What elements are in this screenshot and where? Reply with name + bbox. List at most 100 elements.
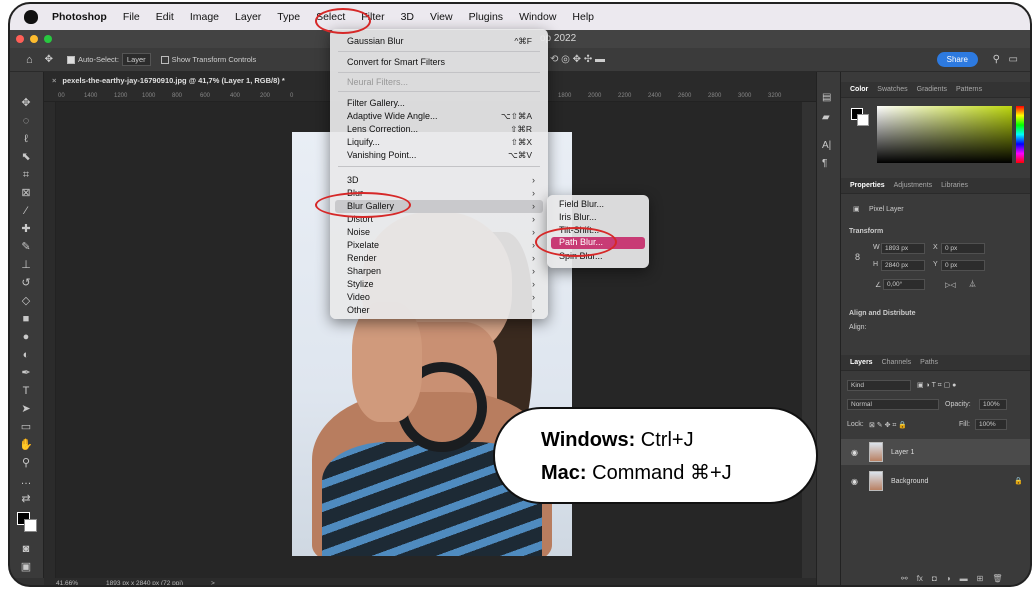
- menu-item-pixelate[interactable]: Pixelate: [347, 240, 379, 250]
- zoom-tool-icon[interactable]: ⚲: [19, 456, 33, 470]
- auto-select-checkbox[interactable]: Auto-Select:: [67, 55, 119, 64]
- pen-tool-icon[interactable]: ✒: [19, 366, 33, 380]
- home-icon[interactable]: ⌂: [26, 54, 33, 66]
- y-field[interactable]: 0 px: [941, 260, 985, 271]
- flip-horizontal-icon[interactable]: ▷◁: [945, 281, 956, 289]
- menu-help[interactable]: Help: [572, 11, 594, 23]
- close-tab-icon[interactable]: ×: [52, 76, 56, 85]
- minimize-window-button[interactable]: [30, 35, 38, 43]
- rectangle-tool-icon[interactable]: ▭: [19, 420, 33, 434]
- layer-filter-icons[interactable]: ▣ ◑ T ⌗ ▢ ●: [917, 381, 956, 390]
- transform-section-title[interactable]: Transform: [849, 228, 883, 235]
- menu-item-sharpen[interactable]: Sharpen: [347, 266, 381, 276]
- menu-item-render[interactable]: Render: [347, 253, 377, 263]
- menu-item-gaussian-blur[interactable]: Gaussian Blur: [347, 36, 404, 46]
- comments-icon[interactable]: ▰: [822, 112, 830, 123]
- gradient-tool-icon[interactable]: ■: [19, 312, 33, 326]
- auto-select-dropdown[interactable]: Layer: [121, 53, 151, 66]
- visibility-eye-icon[interactable]: ◉: [851, 477, 861, 486]
- apple-icon[interactable]: [24, 10, 38, 24]
- marquee-tool-icon[interactable]: ◌: [19, 114, 33, 128]
- menu-type[interactable]: Type: [277, 11, 300, 23]
- menu-item-3d[interactable]: 3D: [347, 175, 359, 185]
- menu-layer[interactable]: Layer: [235, 11, 261, 23]
- background-color-swatch[interactable]: [857, 114, 869, 126]
- menu-item-vanishing-point[interactable]: Vanishing Point...: [347, 150, 416, 160]
- opacity-field[interactable]: 100%: [979, 399, 1007, 410]
- angle-field[interactable]: 0,00°: [883, 279, 925, 290]
- hue-slider[interactable]: [1016, 106, 1024, 163]
- more-tools-icon[interactable]: …: [19, 474, 33, 488]
- x-field[interactable]: 0 px: [941, 243, 985, 254]
- layer-style-icon[interactable]: fx: [917, 574, 923, 583]
- tab-properties[interactable]: Properties: [850, 182, 885, 189]
- menu-edit[interactable]: Edit: [156, 11, 174, 23]
- tab-layers[interactable]: Layers: [850, 359, 873, 366]
- menu-item-lens-correction[interactable]: Lens Correction...: [347, 124, 418, 134]
- menu-window[interactable]: Window: [519, 11, 556, 23]
- new-group-icon[interactable]: ▬: [960, 574, 968, 583]
- status-expand-icon[interactable]: >: [211, 580, 215, 585]
- submenu-item-iris-blur[interactable]: Iris Blur...: [559, 212, 597, 222]
- character-icon[interactable]: A|: [822, 140, 831, 151]
- share-button[interactable]: Share: [936, 52, 978, 67]
- menu-item-noise[interactable]: Noise: [347, 227, 370, 237]
- workspace-icon[interactable]: ▭: [1009, 54, 1018, 65]
- color-field[interactable]: [877, 106, 1012, 163]
- zoom-level[interactable]: 41,66%: [56, 580, 78, 585]
- layer-kind-filter[interactable]: Kind: [847, 380, 911, 391]
- zoom-window-button[interactable]: [44, 35, 52, 43]
- align-section-title[interactable]: Align and Distribute: [849, 310, 916, 317]
- quick-mask-icon[interactable]: ◙: [19, 542, 33, 556]
- tab-color[interactable]: Color: [850, 86, 868, 93]
- paragraph-icon[interactable]: ¶: [822, 158, 827, 169]
- lock-icons[interactable]: ⊠ ✎ ✥ ⌗ 🔒: [869, 421, 907, 430]
- menu-item-video[interactable]: Video: [347, 292, 370, 302]
- link-layers-icon[interactable]: ⚯: [901, 574, 908, 583]
- menu-file[interactable]: File: [123, 11, 140, 23]
- visibility-eye-icon[interactable]: ◉: [851, 448, 861, 457]
- lasso-tool-icon[interactable]: ℓ: [19, 132, 33, 146]
- submenu-item-field-blur[interactable]: Field Blur...: [559, 199, 604, 209]
- menu-plugins[interactable]: Plugins: [469, 11, 503, 23]
- close-window-button[interactable]: [16, 35, 24, 43]
- tab-swatches[interactable]: Swatches: [877, 86, 907, 93]
- width-field[interactable]: 1893 px: [881, 243, 925, 254]
- tab-gradients[interactable]: Gradients: [917, 86, 947, 93]
- brush-tool-icon[interactable]: ✎: [19, 240, 33, 254]
- link-icon[interactable]: 8: [855, 252, 860, 262]
- history-brush-tool-icon[interactable]: ↺: [19, 276, 33, 290]
- tab-patterns[interactable]: Patterns: [956, 86, 982, 93]
- menu-item-liquify[interactable]: Liquify...: [347, 137, 380, 147]
- menu-item-adaptive-wide-angle[interactable]: Adaptive Wide Angle...: [347, 111, 438, 121]
- tab-paths[interactable]: Paths: [920, 359, 938, 366]
- frame-tool-icon[interactable]: ⊠: [19, 186, 33, 200]
- menu-item-filter-gallery[interactable]: Filter Gallery...: [347, 98, 405, 108]
- layer-row[interactable]: ◉ Layer 1: [841, 439, 1030, 465]
- add-mask-icon[interactable]: ◘: [932, 574, 937, 583]
- layer-row[interactable]: ◉ Background 🔒: [841, 468, 1030, 494]
- tab-adjustments[interactable]: Adjustments: [894, 182, 933, 189]
- blend-mode-dropdown[interactable]: Normal: [847, 399, 939, 410]
- menu-view[interactable]: View: [430, 11, 453, 23]
- eyedropper-tool-icon[interactable]: ⁄: [19, 204, 33, 218]
- fill-field[interactable]: 100%: [975, 419, 1007, 430]
- height-field[interactable]: 2840 px: [881, 260, 925, 271]
- hand-tool-icon[interactable]: ✋: [19, 438, 33, 452]
- tab-channels[interactable]: Channels: [882, 359, 912, 366]
- menu-item-stylize[interactable]: Stylize: [347, 279, 374, 289]
- move-tool-icon[interactable]: ✥: [19, 96, 33, 110]
- path-selection-tool-icon[interactable]: ➤: [19, 402, 33, 416]
- type-tool-icon[interactable]: T: [19, 384, 33, 398]
- flip-vertical-icon[interactable]: ⏅: [969, 279, 976, 289]
- background-color-swatch[interactable]: [24, 519, 37, 532]
- search-icon[interactable]: ⚲: [993, 54, 1000, 65]
- menu-photoshop[interactable]: Photoshop: [52, 11, 107, 23]
- clone-stamp-tool-icon[interactable]: ⊥: [19, 258, 33, 272]
- transform-controls-checkbox[interactable]: Show Transform Controls: [160, 55, 256, 64]
- crop-tool-icon[interactable]: ⌗: [19, 168, 33, 182]
- eraser-tool-icon[interactable]: ◇: [19, 294, 33, 308]
- healing-brush-tool-icon[interactable]: ✚: [19, 222, 33, 236]
- menu-item-convert-smart-filters[interactable]: Convert for Smart Filters: [347, 57, 445, 67]
- move-tool-icon[interactable]: ✥: [45, 54, 53, 65]
